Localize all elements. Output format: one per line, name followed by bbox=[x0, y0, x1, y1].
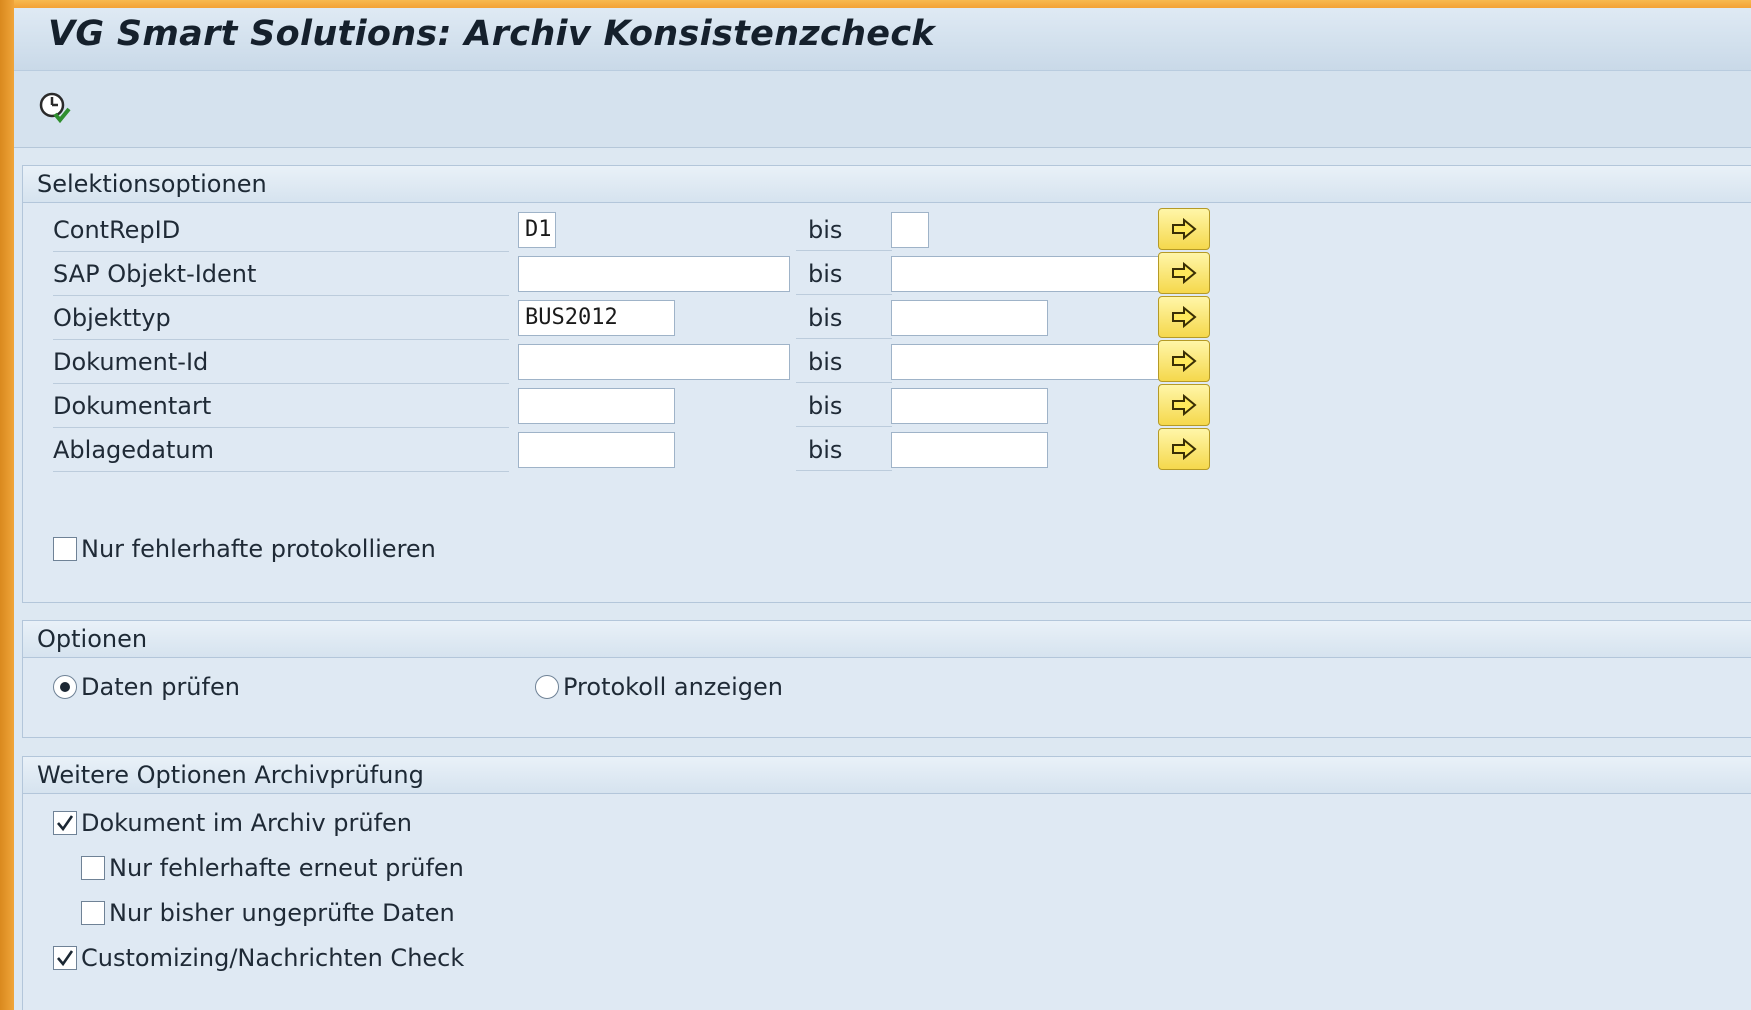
selection-row: Dokument-Id bis bbox=[23, 340, 1751, 384]
objekttyp-from-input[interactable]: BUS2012 bbox=[518, 300, 675, 336]
further-options-header: Weitere Optionen Archivprüfung bbox=[23, 757, 1751, 794]
radio-daten-pruefen[interactable]: Daten prüfen bbox=[53, 673, 240, 701]
selection-row: Dokumentart bis bbox=[23, 384, 1751, 428]
sap-objekt-ident-to-input[interactable] bbox=[891, 256, 1163, 292]
to-label: bis bbox=[796, 384, 892, 427]
selection-row: ContRepID D1 bis bbox=[23, 208, 1751, 252]
checkbox-box-checked[interactable] bbox=[53, 946, 77, 970]
field-label-contrepid: ContRepID bbox=[53, 208, 509, 252]
application-toolbar bbox=[14, 71, 1751, 148]
multiple-selection-button[interactable] bbox=[1158, 296, 1210, 338]
multiple-selection-button[interactable] bbox=[1158, 340, 1210, 382]
options-header: Optionen bbox=[23, 621, 1751, 658]
multiple-selection-button[interactable] bbox=[1158, 428, 1210, 470]
selection-options-header: Selektionsoptionen bbox=[23, 166, 1751, 203]
arrow-right-icon bbox=[1172, 306, 1197, 328]
selection-row: SAP Objekt-Ident bis bbox=[23, 252, 1751, 296]
radio-button[interactable] bbox=[535, 675, 559, 699]
arrow-right-icon bbox=[1172, 218, 1197, 240]
check-customizing[interactable]: Customizing/Nachrichten Check bbox=[53, 944, 464, 972]
checkbox-box[interactable] bbox=[81, 901, 105, 925]
ablagedatum-from-input[interactable] bbox=[518, 432, 675, 468]
options-group: Optionen Daten prüfen Protokoll anzeigen bbox=[22, 620, 1751, 738]
clock-execute-icon bbox=[39, 92, 71, 124]
multiple-selection-button[interactable] bbox=[1158, 252, 1210, 294]
arrow-right-icon bbox=[1172, 438, 1197, 460]
check-dokument-im-archiv-label: Dokument im Archiv prüfen bbox=[81, 809, 413, 837]
to-label: bis bbox=[796, 296, 892, 339]
dokumentart-to-input[interactable] bbox=[891, 388, 1048, 424]
only-errors-label: Nur fehlerhafte protokollieren bbox=[81, 535, 436, 563]
field-label-dokumentart: Dokumentart bbox=[53, 384, 509, 428]
dokument-id-to-input[interactable] bbox=[891, 344, 1163, 380]
dokumentart-from-input[interactable] bbox=[518, 388, 675, 424]
ablagedatum-to-input[interactable] bbox=[891, 432, 1048, 468]
check-nur-ungepruefte-label: Nur bisher ungeprüfte Daten bbox=[109, 899, 455, 927]
contrepid-from-input[interactable]: D1 bbox=[518, 212, 556, 248]
title-bar: VG Smart Solutions: Archiv Konsistenzche… bbox=[14, 8, 1751, 71]
selection-row: Ablagedatum bis bbox=[23, 428, 1751, 472]
page-title: VG Smart Solutions: Archiv Konsistenzche… bbox=[48, 14, 935, 54]
check-customizing-label: Customizing/Nachrichten Check bbox=[81, 944, 465, 972]
contrepid-to-input[interactable] bbox=[891, 212, 929, 248]
multiple-selection-button[interactable] bbox=[1158, 384, 1210, 426]
sap-window: VG Smart Solutions: Archiv Konsistenzche… bbox=[14, 8, 1751, 1010]
field-label-objekttyp: Objekttyp bbox=[53, 296, 509, 340]
radio-daten-pruefen-label: Daten prüfen bbox=[81, 673, 240, 701]
arrow-right-icon bbox=[1172, 350, 1197, 372]
to-label: bis bbox=[796, 340, 892, 383]
check-nur-ungepruefte[interactable]: Nur bisher ungeprüfte Daten bbox=[81, 899, 455, 927]
checkbox-box-checked[interactable] bbox=[53, 811, 77, 835]
execute-button[interactable] bbox=[34, 87, 74, 127]
field-label-sap-objekt-ident: SAP Objekt-Ident bbox=[53, 252, 509, 296]
arrow-right-icon bbox=[1172, 394, 1197, 416]
checkbox-box[interactable] bbox=[81, 856, 105, 880]
check-nur-fehlerhafte-erneut[interactable]: Nur fehlerhafte erneut prüfen bbox=[81, 854, 464, 882]
check-dokument-im-archiv[interactable]: Dokument im Archiv prüfen bbox=[53, 809, 412, 837]
window-frame-top bbox=[0, 0, 1751, 8]
to-label: bis bbox=[796, 428, 892, 471]
selection-row: Objekttyp BUS2012 bis bbox=[23, 296, 1751, 340]
field-label-ablagedatum: Ablagedatum bbox=[53, 428, 509, 472]
radio-button-selected[interactable] bbox=[53, 675, 77, 699]
checkbox-box[interactable] bbox=[53, 537, 77, 561]
to-label: bis bbox=[796, 208, 892, 251]
sap-objekt-ident-from-input[interactable] bbox=[518, 256, 790, 292]
further-options-group: Weitere Optionen Archivprüfung Dokument … bbox=[22, 756, 1751, 1010]
dokument-id-from-input[interactable] bbox=[518, 344, 790, 380]
field-label-dokument-id: Dokument-Id bbox=[53, 340, 509, 384]
multiple-selection-button[interactable] bbox=[1158, 208, 1210, 250]
only-errors-checkbox[interactable]: Nur fehlerhafte protokollieren bbox=[53, 535, 436, 563]
radio-protokoll-anzeigen-label: Protokoll anzeigen bbox=[563, 673, 784, 701]
to-label: bis bbox=[796, 252, 892, 295]
check-nur-fehlerhafte-erneut-label: Nur fehlerhafte erneut prüfen bbox=[109, 854, 464, 882]
window-frame-left bbox=[0, 0, 14, 1010]
objekttyp-to-input[interactable] bbox=[891, 300, 1048, 336]
checkmark-icon bbox=[57, 950, 74, 967]
arrow-right-icon bbox=[1172, 262, 1197, 284]
radio-protokoll-anzeigen[interactable]: Protokoll anzeigen bbox=[535, 673, 783, 701]
selection-options-group: Selektionsoptionen ContRepID D1 bis SAP … bbox=[22, 165, 1751, 603]
checkmark-icon bbox=[57, 815, 74, 832]
